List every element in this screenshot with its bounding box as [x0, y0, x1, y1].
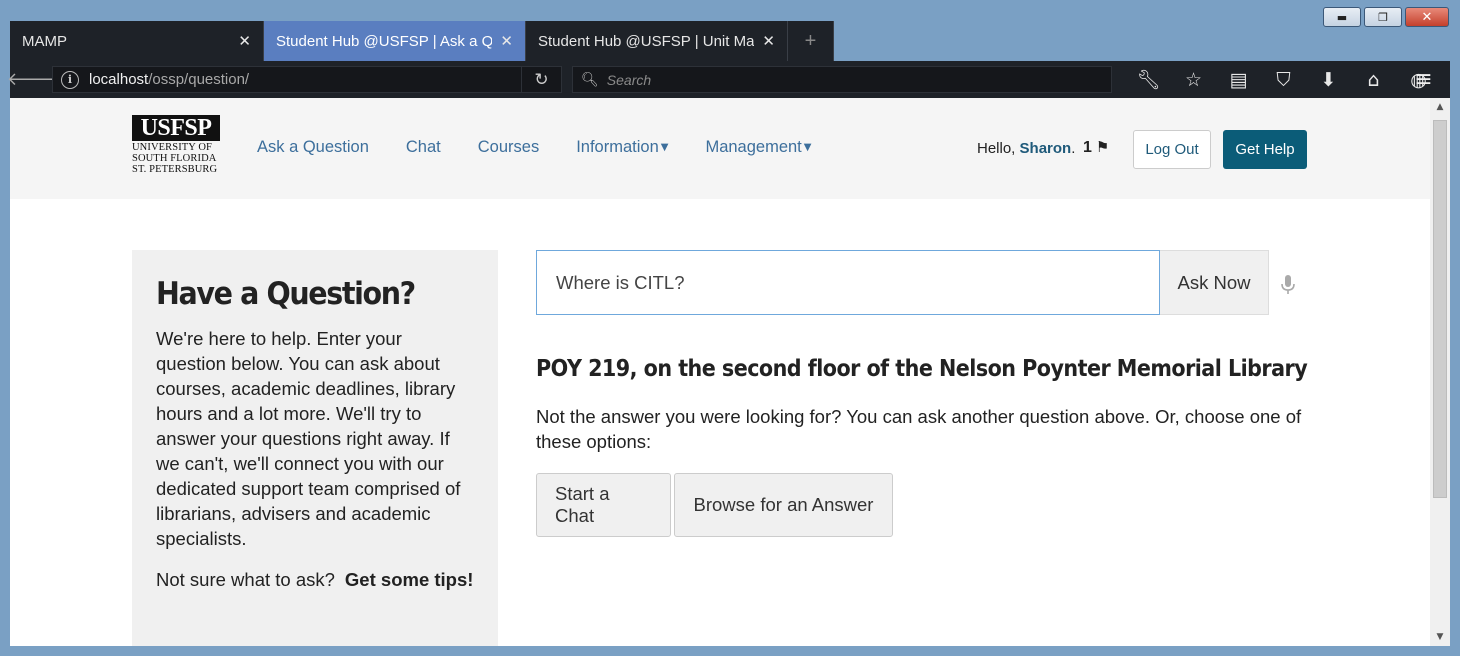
- flag-icon: ⚑: [1095, 138, 1110, 156]
- caret-down-icon: ▼: [803, 142, 812, 153]
- logo-wordmark: USFSP: [132, 115, 220, 141]
- nav-information[interactable]: Information ▼: [576, 138, 668, 157]
- panel-body: We're here to help. Enter your question …: [156, 328, 461, 549]
- tips-line: Not sure what to ask? Get some tips!: [156, 569, 474, 591]
- scroll-thumb[interactable]: [1433, 120, 1447, 498]
- tab-bar: MAMP ✕ Student Hub @USFSP | Ask a Questi…: [10, 21, 834, 61]
- scroll-up-arrow-icon[interactable]: ▲: [1430, 98, 1450, 116]
- nav-chat[interactable]: Chat: [406, 138, 441, 157]
- close-tab-icon[interactable]: ✕: [238, 32, 251, 50]
- url-bar[interactable]: i localhost/ossp/question/: [52, 66, 522, 93]
- logout-button[interactable]: Log Out: [1133, 130, 1211, 169]
- tab-title: MAMP: [22, 32, 67, 50]
- url-host: localhost: [89, 71, 149, 88]
- tab-ask-question[interactable]: Student Hub @USFSP | Ask a Question ✕: [264, 21, 526, 61]
- microphone-icon[interactable]: [1280, 274, 1296, 296]
- window-controls: ▬ ❐ ✕: [1323, 7, 1449, 27]
- url-path: /ossp/question/: [148, 71, 250, 88]
- reload-icon[interactable]: ↻: [522, 66, 562, 93]
- scroll-down-arrow-icon[interactable]: ▼: [1430, 628, 1450, 646]
- vertical-scrollbar[interactable]: ▲ ▼: [1430, 98, 1450, 646]
- question-form: Ask Now: [536, 250, 1269, 315]
- download-icon[interactable]: ⬇: [1306, 61, 1351, 98]
- question-input[interactable]: [536, 250, 1160, 315]
- reading-list-icon[interactable]: ▤: [1216, 61, 1261, 98]
- search-placeholder: Search: [606, 71, 652, 88]
- caret-down-icon: ▼: [660, 142, 669, 153]
- nav-courses[interactable]: Courses: [478, 138, 539, 157]
- greeting-suffix: .: [1071, 140, 1076, 157]
- maximize-button[interactable]: ❐: [1364, 7, 1402, 27]
- nav-ask-question[interactable]: Ask a Question: [257, 138, 369, 157]
- greeting: Hello, Sharon.: [977, 140, 1075, 157]
- info-icon[interactable]: i: [61, 70, 79, 89]
- tab-title: Student Hub @USFSP | Unit Management: [538, 32, 755, 50]
- search-input[interactable]: 🔍︎ Search: [572, 66, 1112, 93]
- flag-count: 1: [1083, 139, 1092, 156]
- minimize-button[interactable]: ▬: [1323, 7, 1361, 27]
- logo-line: ST. PETERSBURG: [132, 164, 218, 175]
- star-bookmark-icon[interactable]: ☆: [1171, 61, 1216, 98]
- panel-title: Have a Question?: [156, 276, 416, 312]
- close-window-button[interactable]: ✕: [1405, 7, 1449, 27]
- tab-title: Student Hub @USFSP | Ask a Question: [276, 32, 493, 50]
- nav-label: Management: [705, 138, 802, 156]
- logo-line: UNIVERSITY OF: [132, 142, 212, 153]
- close-tab-icon[interactable]: ✕: [500, 32, 513, 50]
- home-icon[interactable]: ⌂: [1351, 61, 1396, 98]
- new-tab-button[interactable]: +: [788, 21, 834, 61]
- help-panel: Have a Question? We're here to help. Ent…: [132, 250, 498, 646]
- wrench-icon[interactable]: 🔧︎: [1126, 61, 1171, 98]
- hamburger-menu-icon[interactable]: ≡: [1401, 61, 1446, 98]
- pocket-icon[interactable]: ⛉: [1261, 61, 1306, 98]
- page-viewport: USFSP UNIVERSITY OF SOUTH FLORIDA ST. PE…: [10, 98, 1450, 646]
- close-tab-icon[interactable]: ✕: [762, 32, 775, 50]
- toolbar-icons: 🔧︎ ☆ ▤ ⛉ ⬇ ⌂ ◍: [1126, 61, 1441, 98]
- start-chat-button[interactable]: Start a Chat: [536, 473, 671, 537]
- user-name: Sharon: [1019, 140, 1072, 157]
- flag-counter[interactable]: 1 ⚑: [1083, 138, 1109, 157]
- get-help-button[interactable]: Get Help: [1223, 130, 1307, 169]
- get-tips-link[interactable]: Get some tips!: [345, 569, 474, 590]
- logo-line: SOUTH FLORIDA: [132, 153, 217, 164]
- answer-text: POY 219, on the second floor of the Nels…: [536, 356, 1308, 382]
- site-header: USFSP UNIVERSITY OF SOUTH FLORIDA ST. PE…: [10, 98, 1430, 199]
- main-nav: Ask a Question Chat Courses Information ▼…: [257, 138, 848, 157]
- browser-window: ▬ ❐ ✕ MAMP ✕ Student Hub @USFSP | Ask a …: [0, 0, 1460, 656]
- browse-answer-button[interactable]: Browse for an Answer: [674, 473, 893, 537]
- usfsp-logo[interactable]: USFSP UNIVERSITY OF SOUTH FLORIDA ST. PE…: [132, 115, 222, 175]
- greeting-prefix: Hello,: [977, 140, 1020, 157]
- search-icon: 🔍︎: [581, 71, 599, 88]
- back-arrow-icon[interactable]: 🡐: [7, 61, 55, 98]
- ask-now-button[interactable]: Ask Now: [1160, 250, 1269, 315]
- option-buttons: Start a Chat Browse for an Answer: [536, 473, 893, 537]
- tab-mamp[interactable]: MAMP ✕: [10, 21, 264, 61]
- nav-label: Information: [576, 138, 659, 156]
- nav-management[interactable]: Management ▼: [705, 138, 811, 157]
- answer-note: Not the answer you were looking for? You…: [536, 406, 1302, 452]
- tips-prefix: Not sure what to ask?: [156, 569, 335, 590]
- navigation-bar: 🡐 i localhost/ossp/question/ ↻ 🔍︎ Search…: [7, 61, 1450, 98]
- logo-subtitle: UNIVERSITY OF SOUTH FLORIDA ST. PETERSBU…: [132, 142, 222, 175]
- tab-unit-management[interactable]: Student Hub @USFSP | Unit Management ✕: [526, 21, 788, 61]
